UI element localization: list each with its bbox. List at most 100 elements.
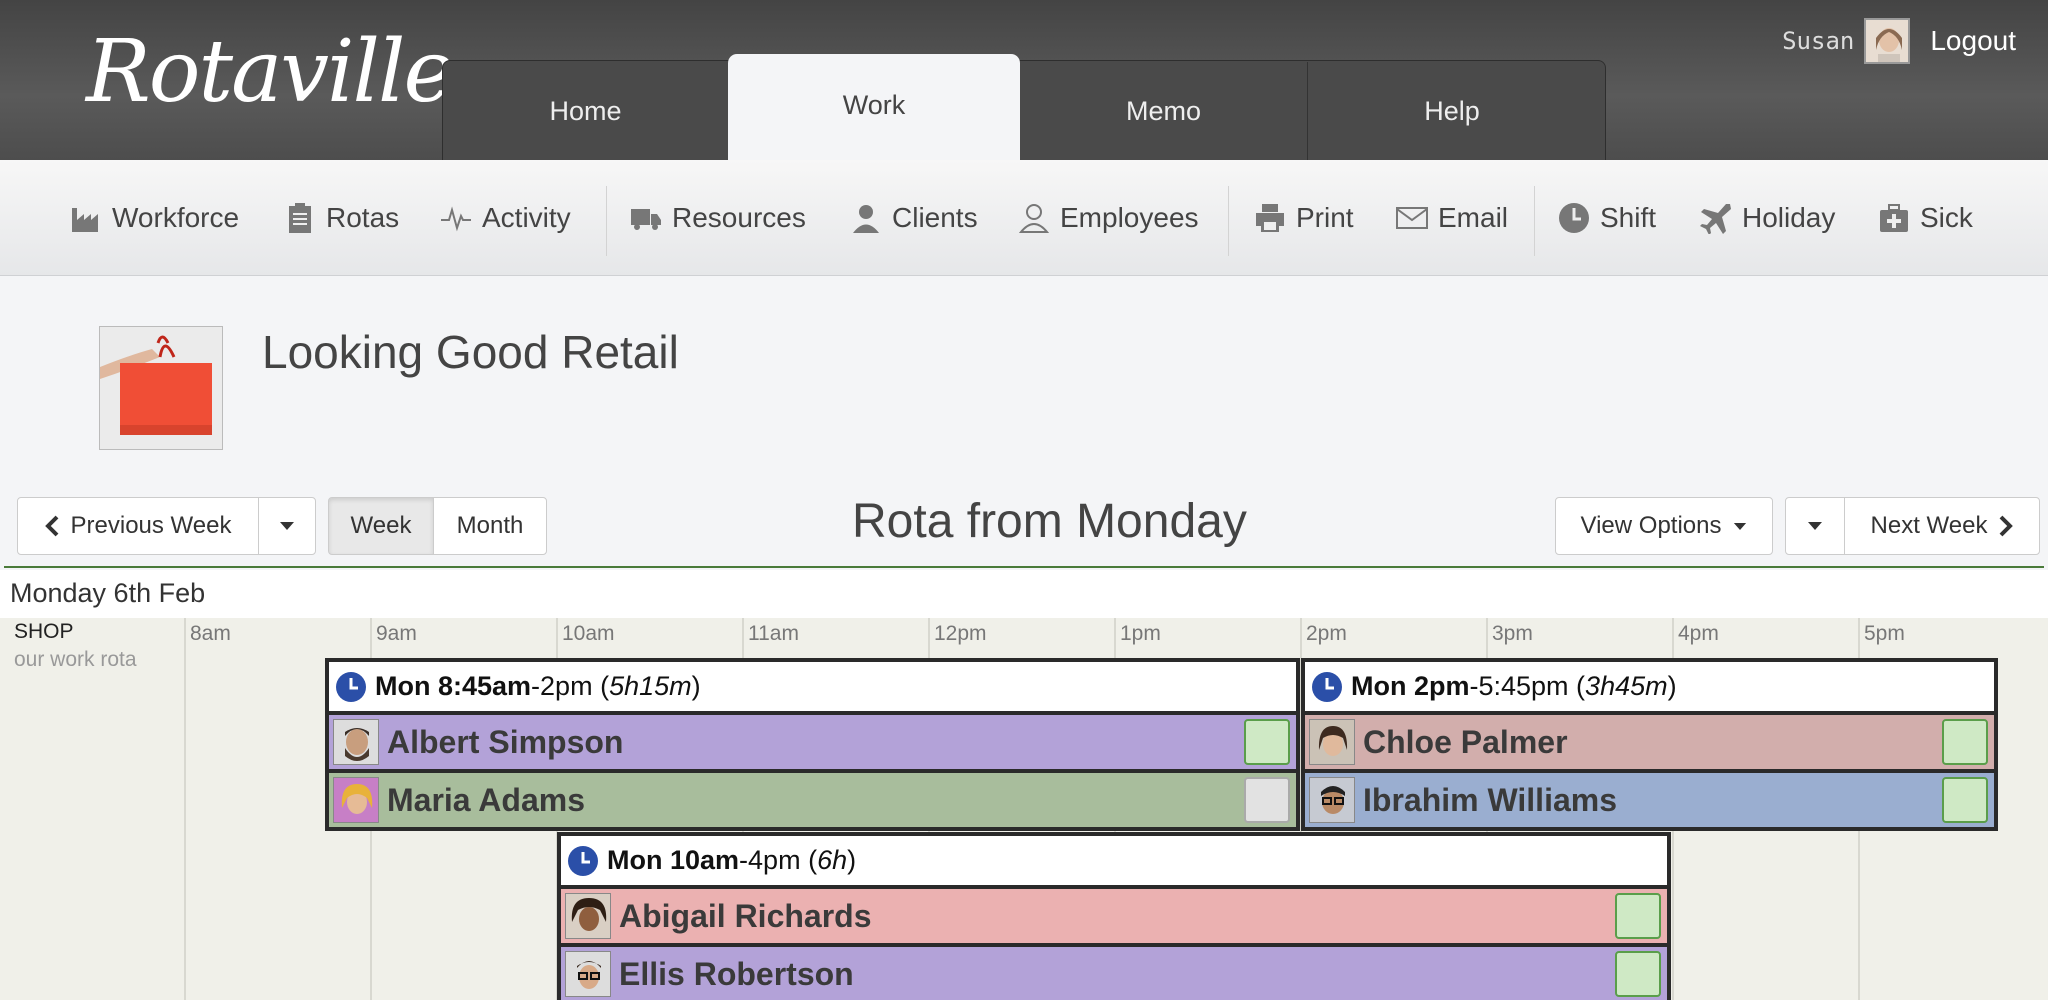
next-week-button[interactable]: Next Week — [1844, 497, 2040, 555]
shift-block[interactable]: Mon 8:45am -2pm (5h15m) Albert Simpson Ma… — [325, 658, 1300, 831]
shift-block[interactable]: Mon 2pm -5:45pm (3h45m) Chloe Palmer Ibra… — [1301, 658, 1998, 831]
truck-icon — [631, 209, 661, 230]
caret-down-icon — [1808, 522, 1822, 530]
top-header: Rotaville Home Work Memo Help Susan Logo… — [0, 0, 2048, 160]
confirm-checkbox[interactable] — [1942, 777, 1988, 823]
shift-start: Mon 10am — [607, 845, 740, 875]
hour-label: 5pm — [1864, 622, 1905, 645]
toolbar-workforce[interactable]: Workforce — [70, 160, 239, 276]
page-title: Rota from Monday — [852, 495, 1247, 548]
toolbar-rotas[interactable]: Rotas — [284, 160, 399, 276]
previous-week-dropdown[interactable] — [258, 497, 316, 555]
toolbar-resources[interactable]: Resources — [630, 160, 806, 276]
shift-header[interactable]: Mon 2pm -5:45pm (3h45m) — [1305, 662, 1994, 711]
employee-name: Albert Simpson — [387, 723, 624, 760]
location-subtitle: our work rota — [14, 648, 137, 671]
shift-header[interactable]: Mon 10am -4pm (6h) — [561, 836, 1667, 885]
hour-label: 8am — [190, 622, 231, 645]
hour-label: 11am — [748, 622, 799, 645]
toolbar-holiday[interactable]: Holiday — [1700, 160, 1835, 276]
week-view-button[interactable]: Week — [328, 497, 434, 555]
employee-name: Abigail Richards — [619, 897, 872, 934]
toolbar-email[interactable]: Email — [1396, 160, 1508, 276]
hour-label: 12pm — [934, 622, 987, 645]
shift-start: Mon 2pm — [1351, 671, 1470, 701]
divider — [4, 566, 2044, 568]
month-view-button[interactable]: Month — [433, 497, 547, 555]
client-icon — [853, 205, 879, 233]
clock-icon — [568, 845, 598, 876]
toolbar-print[interactable]: Print — [1254, 160, 1354, 276]
employee-row[interactable]: Chloe Palmer — [1305, 715, 1994, 769]
chevron-left-icon — [44, 515, 58, 537]
employee-avatar — [565, 893, 611, 939]
username[interactable]: Susan — [1782, 27, 1854, 55]
confirm-checkbox[interactable] — [1615, 951, 1661, 997]
employee-row[interactable]: Albert Simpson — [329, 715, 1296, 769]
clock-icon — [336, 671, 366, 702]
company-logo-image — [99, 326, 223, 450]
confirm-checkbox[interactable] — [1244, 719, 1290, 765]
location-name: SHOP — [14, 620, 74, 643]
tab-work[interactable]: Work — [728, 54, 1020, 160]
clock-icon — [1312, 671, 1342, 702]
confirm-checkbox[interactable] — [1942, 719, 1988, 765]
view-options-button[interactable]: View Options — [1555, 497, 1773, 555]
shift-block[interactable]: Mon 10am -4pm (6h) Abigail Richards Ellis… — [557, 832, 1671, 1000]
shift-duration-close: ) — [691, 671, 701, 701]
medical-kit-icon — [1880, 204, 1908, 232]
app-logo[interactable]: Rotaville — [86, 22, 454, 122]
chevron-right-icon — [2000, 515, 2014, 537]
confirm-checkbox[interactable] — [1244, 777, 1290, 823]
pulse-icon — [441, 206, 471, 232]
toolbar-clients[interactable]: Clients — [850, 160, 978, 276]
toolbar-separator — [1228, 186, 1229, 256]
employee-name: Maria Adams — [387, 781, 585, 818]
employee-avatar — [1309, 719, 1355, 765]
shift-duration: 6h — [817, 845, 848, 875]
employee-avatar — [333, 777, 379, 823]
employee-row[interactable]: Abigail Richards — [561, 889, 1667, 943]
tab-help[interactable]: Help — [1308, 62, 1596, 160]
caret-down-icon — [280, 522, 294, 530]
logout-link[interactable]: Logout — [1930, 25, 2016, 57]
hour-label: 2pm — [1306, 622, 1347, 645]
toolbar-separator — [1534, 186, 1535, 256]
shift-end: -5:45pm ( — [1469, 671, 1586, 701]
user-box: Susan Logout — [1782, 18, 2016, 64]
employee-row[interactable]: Ibrahim Williams — [1305, 773, 1994, 827]
hour-label: 10am — [562, 622, 615, 645]
shift-duration: 5h15m — [609, 671, 692, 701]
caret-down-icon — [1734, 522, 1747, 530]
hour-label: 4pm — [1678, 622, 1719, 645]
previous-week-button[interactable]: Previous Week — [17, 497, 259, 555]
hour-column — [184, 618, 186, 1000]
next-week-dropdown[interactable] — [1785, 497, 1845, 555]
toolbar-activity[interactable]: Activity — [440, 160, 571, 276]
shift-duration-close: ) — [847, 845, 857, 875]
tab-memo[interactable]: Memo — [1020, 62, 1308, 160]
employee-name: Chloe Palmer — [1363, 723, 1568, 760]
day-label: Monday 6th Feb — [10, 578, 206, 608]
employee-row[interactable]: Ellis Robertson — [561, 947, 1667, 1000]
factory-icon — [72, 208, 98, 232]
envelope-icon — [1396, 207, 1428, 229]
clock-icon — [1559, 203, 1589, 233]
toolbar-sick[interactable]: Sick — [1878, 160, 1973, 276]
confirm-checkbox[interactable] — [1615, 893, 1661, 939]
plane-icon — [1700, 204, 1731, 234]
hour-label: 1pm — [1120, 622, 1161, 645]
employee-avatar — [1309, 777, 1355, 823]
toolbar-separator — [606, 186, 607, 256]
employee-row[interactable]: Maria Adams — [329, 773, 1296, 827]
shift-header[interactable]: Mon 8:45am -2pm (5h15m) — [329, 662, 1296, 711]
employee-name: Ibrahim Williams — [1363, 781, 1617, 818]
tab-home[interactable]: Home — [442, 62, 730, 160]
clipboard-icon — [289, 203, 311, 233]
shift-start: Mon 8:45am — [375, 671, 532, 701]
shift-end: -2pm ( — [531, 671, 610, 701]
toolbar-employees[interactable]: Employees — [1018, 160, 1199, 276]
user-avatar[interactable] — [1864, 18, 1911, 64]
hour-label: 9am — [376, 622, 417, 645]
toolbar-shift[interactable]: Shift — [1558, 160, 1656, 276]
